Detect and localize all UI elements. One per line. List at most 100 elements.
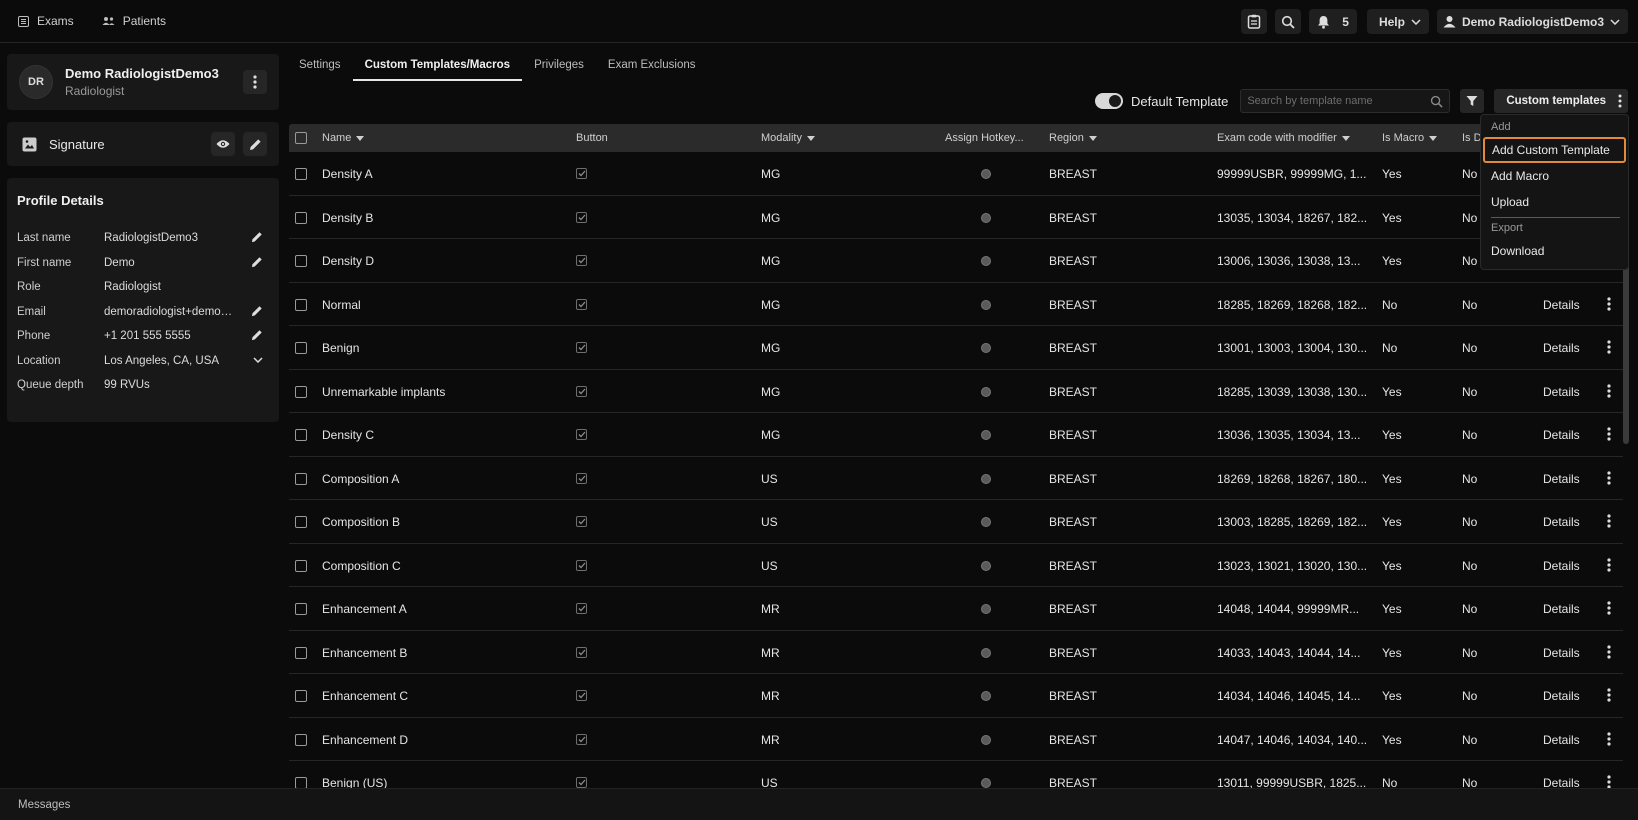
table-row[interactable]: Density C MG BREAST 13036, 13035, 13034, 13… — [289, 413, 1623, 457]
row-menu-button[interactable] — [1607, 601, 1611, 618]
details-link[interactable]: Details — [1543, 472, 1580, 486]
hotkey-radio[interactable] — [981, 256, 991, 266]
row-checkbox[interactable] — [295, 777, 307, 788]
hotkey-radio[interactable] — [981, 647, 991, 658]
user-menu[interactable]: Demo RadiologistDemo3 — [1436, 9, 1628, 34]
messages-bar[interactable]: Messages — [0, 788, 1638, 820]
row-checkbox[interactable] — [295, 516, 307, 528]
details-link[interactable]: Details — [1543, 776, 1580, 788]
table-row[interactable]: Unremarkable implants MG BREAST 18285, 1303… — [289, 370, 1623, 413]
row-menu-button[interactable] — [1607, 514, 1611, 531]
hotkey-radio[interactable] — [981, 299, 991, 310]
row-checkbox[interactable] — [295, 603, 307, 615]
row-checkbox[interactable] — [295, 298, 307, 311]
hotkey-radio[interactable] — [981, 691, 991, 701]
row-menu-button[interactable] — [1607, 775, 1611, 788]
tab-exam-exclusions[interactable]: Exam Exclusions — [596, 56, 708, 81]
row-checkbox[interactable] — [295, 255, 307, 267]
hotkey-radio[interactable] — [981, 386, 991, 397]
row-checkbox[interactable] — [295, 733, 307, 746]
details-link[interactable]: Details — [1543, 385, 1580, 399]
details-link[interactable]: Details — [1543, 602, 1580, 616]
hotkey-radio[interactable] — [981, 604, 991, 614]
view-signature-button[interactable] — [211, 132, 235, 156]
column-modality[interactable]: Modality — [761, 132, 815, 144]
hotkey-radio[interactable] — [981, 343, 991, 353]
table-row[interactable]: Normal MG BREAST 18285, 18269, 18268, 182..… — [289, 283, 1623, 326]
help-menu[interactable]: Help — [1366, 9, 1429, 34]
hotkey-radio[interactable] — [981, 778, 991, 788]
table-row[interactable]: Enhancement A MR BREAST 14048, 14044, 99999… — [289, 587, 1623, 631]
button-checkbox[interactable] — [576, 298, 587, 310]
button-checkbox[interactable] — [576, 516, 587, 527]
tab-settings[interactable]: Settings — [287, 56, 353, 81]
button-checkbox[interactable] — [576, 646, 587, 658]
button-checkbox[interactable] — [576, 733, 587, 745]
row-menu-button[interactable] — [1607, 557, 1611, 575]
table-row[interactable]: Density D MG BREAST 13006, 13036, 13038, 13… — [289, 239, 1623, 283]
notifications-button[interactable]: 5 — [1309, 9, 1357, 34]
row-checkbox[interactable] — [295, 690, 307, 702]
hotkey-radio[interactable] — [981, 560, 991, 571]
row-checkbox[interactable] — [295, 385, 307, 398]
details-link[interactable]: Details — [1543, 515, 1580, 529]
column-is-d[interactable]: Is D — [1462, 132, 1482, 144]
hotkey-radio[interactable] — [981, 169, 991, 179]
table-row[interactable]: Composition C US BREAST 13023, 13021, 13020… — [289, 544, 1623, 587]
pencil-icon[interactable] — [251, 329, 263, 341]
row-menu-button[interactable] — [1607, 296, 1611, 314]
table-row[interactable]: Enhancement D MR BREAST 14047, 14046, 14034… — [289, 718, 1623, 761]
row-menu-button[interactable] — [1607, 644, 1611, 662]
tab-custom-templates[interactable]: Custom Templates/Macros — [352, 56, 523, 81]
tab-privileges[interactable]: Privileges — [522, 56, 596, 81]
chevron-down-icon[interactable] — [253, 356, 263, 363]
button-checkbox[interactable] — [576, 559, 587, 571]
pencil-icon[interactable] — [251, 231, 263, 243]
nav-patients[interactable]: Patients — [102, 14, 166, 28]
row-menu-button[interactable] — [1607, 383, 1611, 401]
default-template-toggle[interactable] — [1094, 93, 1123, 109]
edit-signature-button[interactable] — [243, 132, 267, 156]
row-menu-button[interactable] — [1607, 731, 1611, 749]
button-checkbox[interactable] — [576, 429, 587, 440]
button-checkbox[interactable] — [576, 255, 587, 266]
column-name[interactable]: Name — [322, 132, 365, 144]
column-is-macro[interactable]: Is Macro — [1382, 132, 1438, 144]
search-button[interactable] — [1275, 9, 1302, 34]
table-row[interactable]: Benign (US) US BREAST 13011, 99999USBR, 182… — [289, 761, 1623, 788]
filter-button[interactable] — [1460, 89, 1485, 113]
details-link[interactable]: Details — [1543, 689, 1580, 703]
nav-exams[interactable]: Exams — [18, 14, 74, 28]
button-checkbox[interactable] — [576, 342, 587, 353]
add-macro-item[interactable]: Add Macro — [1481, 163, 1628, 189]
table-row[interactable]: Composition A US BREAST 18269, 18268, 18267… — [289, 457, 1623, 500]
search-icon[interactable] — [1430, 95, 1443, 108]
button-checkbox[interactable] — [576, 472, 587, 484]
clipboard-button[interactable] — [1241, 9, 1268, 34]
pencil-icon[interactable] — [251, 305, 263, 317]
table-row[interactable]: Enhancement B MR BREAST 14033, 14043, 14044… — [289, 631, 1623, 674]
hotkey-radio[interactable] — [981, 212, 991, 223]
button-checkbox[interactable] — [576, 168, 587, 179]
details-link[interactable]: Details — [1543, 646, 1580, 660]
row-menu-button[interactable] — [1607, 688, 1611, 705]
button-checkbox[interactable] — [576, 603, 587, 614]
table-row[interactable]: Benign MG BREAST 13001, 13003, 13004, 130..… — [289, 326, 1623, 370]
details-link[interactable]: Details — [1543, 341, 1580, 355]
button-checkbox[interactable] — [576, 385, 587, 397]
upload-item[interactable]: Upload — [1481, 189, 1628, 215]
details-link[interactable]: Details — [1543, 733, 1580, 747]
details-link[interactable]: Details — [1543, 559, 1580, 573]
add-custom-template-item[interactable]: Add Custom Template — [1483, 137, 1626, 163]
hotkey-radio[interactable] — [981, 473, 991, 484]
table-row[interactable]: Density B MG BREAST 13035, 13034, 18267, 18… — [289, 196, 1623, 239]
button-checkbox[interactable] — [576, 690, 587, 701]
details-link[interactable]: Details — [1543, 428, 1580, 442]
row-checkbox[interactable] — [295, 211, 307, 224]
button-checkbox[interactable] — [576, 777, 587, 788]
column-exam-code[interactable]: Exam code with modifier — [1217, 132, 1350, 144]
select-all-checkbox[interactable] — [295, 132, 307, 144]
template-search-input[interactable] — [1247, 95, 1431, 107]
button-checkbox[interactable] — [576, 211, 587, 223]
hotkey-radio[interactable] — [981, 517, 991, 527]
